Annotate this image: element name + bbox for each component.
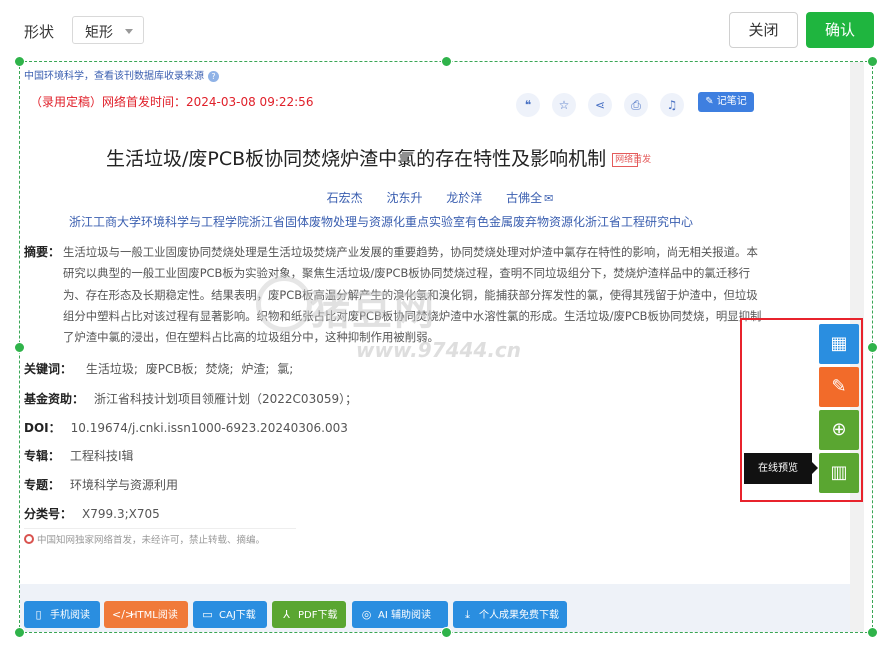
resize-handle[interactable] — [867, 56, 878, 67]
shape-select[interactable]: 矩形 — [72, 16, 144, 44]
selection-frame[interactable] — [19, 61, 873, 633]
close-button[interactable]: 关闭 — [729, 12, 798, 48]
resize-handle[interactable] — [14, 56, 25, 67]
resize-handle[interactable] — [867, 627, 878, 638]
resize-handle[interactable] — [14, 627, 25, 638]
resize-handle[interactable] — [441, 56, 452, 67]
shape-label: 形状 — [24, 23, 55, 41]
shape-select-value: 矩形 — [85, 25, 113, 41]
resize-handle[interactable] — [14, 342, 25, 353]
chevron-down-icon — [125, 29, 133, 34]
confirm-button[interactable]: 确认 — [806, 12, 874, 48]
resize-handle[interactable] — [867, 342, 878, 353]
resize-handle[interactable] — [441, 627, 452, 638]
